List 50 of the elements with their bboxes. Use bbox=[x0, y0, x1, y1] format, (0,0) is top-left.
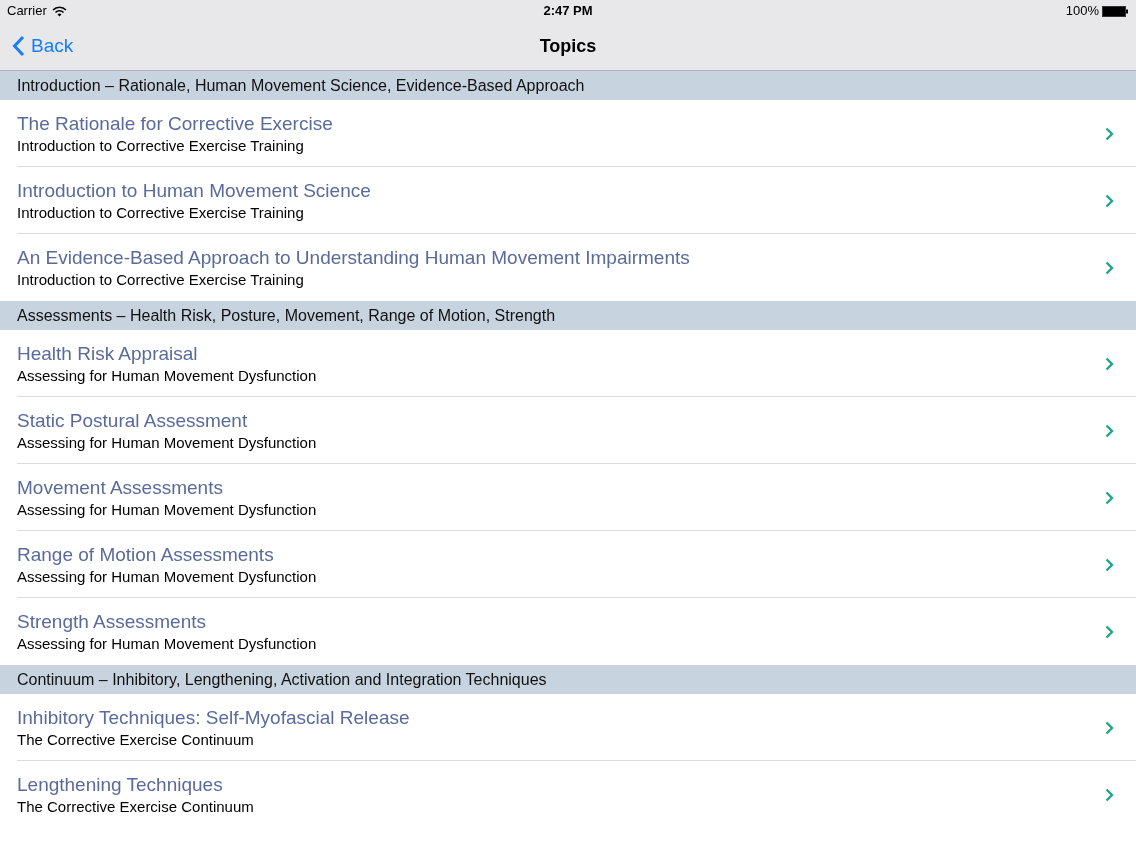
topic-subtitle: Introduction to Corrective Exercise Training bbox=[17, 269, 305, 290]
topic-row[interactable]: The Rationale for Corrective Exercise Introduction to Corrective Exercise Training bbox=[0, 100, 1136, 167]
wifi-icon bbox=[51, 5, 67, 17]
chevron-right-icon bbox=[1105, 720, 1114, 735]
chevron-right-icon bbox=[1105, 126, 1114, 141]
topic-title: The Rationale for Corrective Exercise bbox=[17, 111, 334, 136]
topic-title: Introduction to Human Movement Science bbox=[17, 178, 372, 203]
topic-title: Lengthening Techniques bbox=[17, 772, 224, 797]
topic-title: Range of Motion Assessments bbox=[17, 542, 275, 567]
topic-row[interactable]: Strength Assessments Assessing for Human Movement Dysfunction bbox=[0, 598, 1136, 665]
section-header: Continuum – Inhibitory, Lengthening, Activation and Integration Techniques bbox=[0, 665, 1136, 694]
chevron-right-icon bbox=[1105, 787, 1114, 802]
topic-title: Strength Assessments bbox=[17, 609, 208, 634]
topic-subtitle: Introduction to Corrective Exercise Training bbox=[17, 135, 305, 156]
topic-row[interactable]: Static Postural Assessment Assessing for Human Movement Dysfunction bbox=[0, 397, 1136, 464]
topic-row[interactable]: Lengthening Techniques The Corrective Exercise Continuum bbox=[0, 761, 1136, 828]
back-chevron-icon bbox=[12, 35, 25, 57]
chevron-right-icon bbox=[1105, 624, 1114, 639]
topic-row[interactable]: Health Risk Appraisal Assessing for Human Movement Dysfunction bbox=[0, 330, 1136, 397]
topic-subtitle: Assessing for Human Movement Dysfunction bbox=[17, 365, 318, 386]
topic-title: Static Postural Assessment bbox=[17, 408, 249, 433]
chevron-right-icon bbox=[1105, 557, 1114, 572]
carrier-label: Carrier bbox=[7, 2, 47, 21]
chevron-right-icon bbox=[1105, 260, 1114, 275]
chevron-right-icon bbox=[1105, 423, 1114, 438]
section-header: Assessments – Health Risk, Posture, Movement, Range of Motion, Strength bbox=[0, 301, 1136, 330]
chevron-right-icon bbox=[1105, 356, 1114, 371]
topic-subtitle: Assessing for Human Movement Dysfunction bbox=[17, 566, 318, 587]
topic-row[interactable]: Inhibitory Techniques: Self-Myofascial Release The Corrective Exercise Continuum bbox=[0, 694, 1136, 761]
nav-title: Topics bbox=[539, 34, 597, 58]
topic-subtitle: Introduction to Corrective Exercise Training bbox=[17, 202, 305, 223]
topic-row[interactable]: An Evidence-Based Approach to Understanding Human Movement Impairments Introduction to Corrective Exercise Training bbox=[0, 234, 1136, 301]
topic-title: Inhibitory Techniques: Self-Myofascial Release bbox=[17, 705, 411, 730]
topic-subtitle: Assessing for Human Movement Dysfunction bbox=[17, 633, 318, 654]
topic-subtitle: Assessing for Human Movement Dysfunction bbox=[17, 432, 318, 453]
topic-row[interactable]: Introduction to Human Movement Science Introduction to Corrective Exercise Training bbox=[0, 167, 1136, 234]
topic-subtitle: Assessing for Human Movement Dysfunction bbox=[17, 499, 318, 520]
topic-title: Movement Assessments bbox=[17, 475, 224, 500]
battery-percent: 100% bbox=[1065, 2, 1099, 21]
section-header: Introduction – Rationale, Human Movement Science, Evidence-Based Approach bbox=[0, 71, 1136, 100]
status-time: 2:47 PM bbox=[543, 2, 593, 21]
topic-title: An Evidence-Based Approach to Understanding Human Movement Impairments bbox=[17, 245, 691, 270]
battery-icon bbox=[1102, 5, 1129, 17]
chevron-right-icon bbox=[1105, 490, 1114, 505]
topic-row[interactable]: Range of Motion Assessments Assessing for Human Movement Dysfunction bbox=[0, 531, 1136, 598]
topic-subtitle: The Corrective Exercise Continuum bbox=[17, 796, 255, 817]
topic-subtitle: The Corrective Exercise Continuum bbox=[17, 729, 255, 750]
topic-title: Health Risk Appraisal bbox=[17, 341, 199, 366]
chevron-right-icon bbox=[1105, 193, 1114, 208]
topic-row[interactable]: Movement Assessments Assessing for Human Movement Dysfunction bbox=[0, 464, 1136, 531]
